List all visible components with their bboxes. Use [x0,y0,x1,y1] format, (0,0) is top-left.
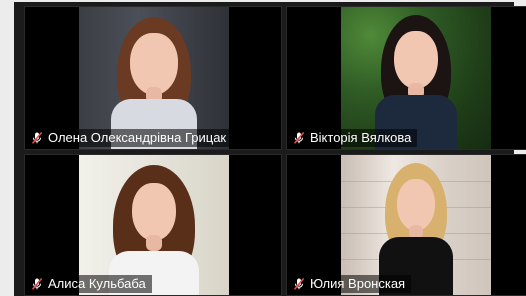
mic-muted-icon[interactable] [31,132,43,144]
mic-muted-icon[interactable] [293,278,305,290]
participant-tile-4[interactable]: Юлия Вронская [286,154,526,296]
participants-grid: Олена Олександрівна Грицак Вікторія Вялк… [14,2,526,296]
participant-label-4: Юлия Вронская [289,275,412,293]
participant-tile-2[interactable]: Вікторія Вялкова [286,6,526,150]
participant-video-1 [79,7,229,149]
participant-label-3: Алиса Кульбаба [27,275,152,293]
face-shape [130,33,178,95]
participant-video-3 [79,155,229,295]
participant-video-4 [341,155,491,295]
participant-tile-1[interactable]: Олена Олександрівна Грицак [24,6,282,150]
neck-shape [146,235,162,251]
participant-name-4: Юлия Вронская [310,276,406,291]
mic-muted-icon[interactable] [293,132,305,144]
video-conference-window: Олена Олександрівна Грицак Вікторія Вялк… [14,2,526,296]
participant-label-1: Олена Олександрівна Грицак [27,129,233,147]
face-shape [394,31,438,89]
participant-tile-3[interactable]: Алиса Кульбаба [24,154,282,296]
face-shape [397,179,435,231]
participant-name-2: Вікторія Вялкова [310,130,412,145]
mic-muted-icon[interactable] [31,278,43,290]
participant-name-3: Алиса Кульбаба [48,276,146,291]
participant-video-2 [341,7,491,149]
participant-label-2: Вікторія Вялкова [289,129,418,147]
participant-name-1: Олена Олександрівна Грицак [48,130,227,145]
face-shape [132,183,176,241]
